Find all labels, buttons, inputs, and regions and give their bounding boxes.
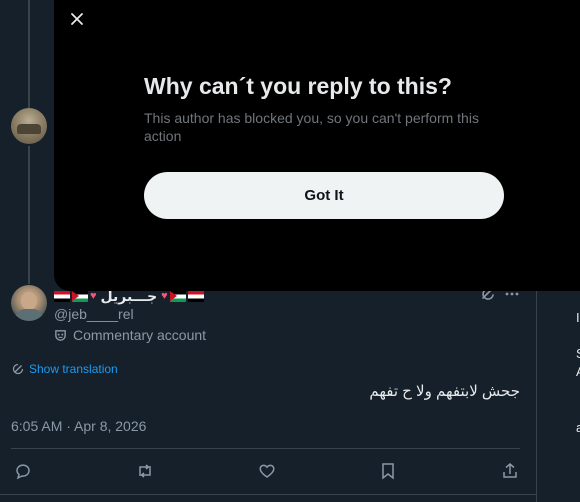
column-divider (536, 290, 537, 502)
retweet-icon[interactable] (136, 462, 154, 480)
divider (0, 494, 536, 495)
egypt-flag-icon (54, 290, 70, 302)
account-label-text: Commentary account (73, 327, 207, 343)
sidebar-glimpse-text: S (576, 346, 580, 361)
translate-icon (12, 363, 24, 375)
sidebar-glimpse-text: A (576, 364, 580, 379)
dialog-body: This author has blocked you, so you can'… (144, 110, 479, 144)
tweet-timestamp[interactable]: 6:05 AM · Apr 8, 2026 (11, 418, 146, 434)
sidebar-glimpse-text: I (576, 310, 580, 325)
got-it-button[interactable]: Got It (144, 172, 504, 219)
tweet-actions (14, 462, 519, 480)
dialog-title: Why can´t you reply to this? (144, 73, 452, 99)
sidebar-glimpse-text: a (576, 420, 580, 435)
close-button[interactable] (64, 6, 90, 32)
show-translation-label[interactable]: Show translation (29, 362, 118, 376)
sidebar-glimpse: I S A a (576, 290, 580, 502)
share-icon[interactable] (501, 462, 519, 480)
bookmark-icon[interactable] (379, 462, 397, 480)
close-icon (71, 13, 83, 25)
like-icon[interactable] (258, 462, 276, 480)
heart-emoji-icon: ♥ (161, 289, 168, 302)
reply-restriction-dialog: Why can´t you reply to this? This author… (54, 0, 580, 291)
tweet: ♥ جـــبريل ♥ @jeb____rel Commentary acco… (0, 282, 536, 502)
heart-emoji-icon: ♥ (90, 289, 97, 302)
thread-line (28, 0, 30, 110)
show-translation-link[interactable]: Show translation (12, 362, 118, 376)
tweet-text: جحش لابتفهم ولا ح تفهم (369, 383, 520, 400)
parent-avatar[interactable] (11, 108, 47, 144)
reply-icon[interactable] (14, 462, 32, 480)
divider (11, 448, 520, 449)
egypt-flag-icon (187, 290, 204, 302)
page: I S A a ♥ جـــبريل ♥ @jeb____rel Comment… (0, 0, 580, 502)
avatar[interactable] (11, 285, 47, 321)
palestine-flag-icon (169, 290, 186, 302)
account-label: Commentary account (54, 327, 206, 343)
mask-icon (55, 329, 66, 341)
thread-line (28, 146, 30, 284)
author-handle[interactable]: @jeb____rel (54, 306, 134, 322)
palestine-flag-icon (72, 290, 88, 302)
